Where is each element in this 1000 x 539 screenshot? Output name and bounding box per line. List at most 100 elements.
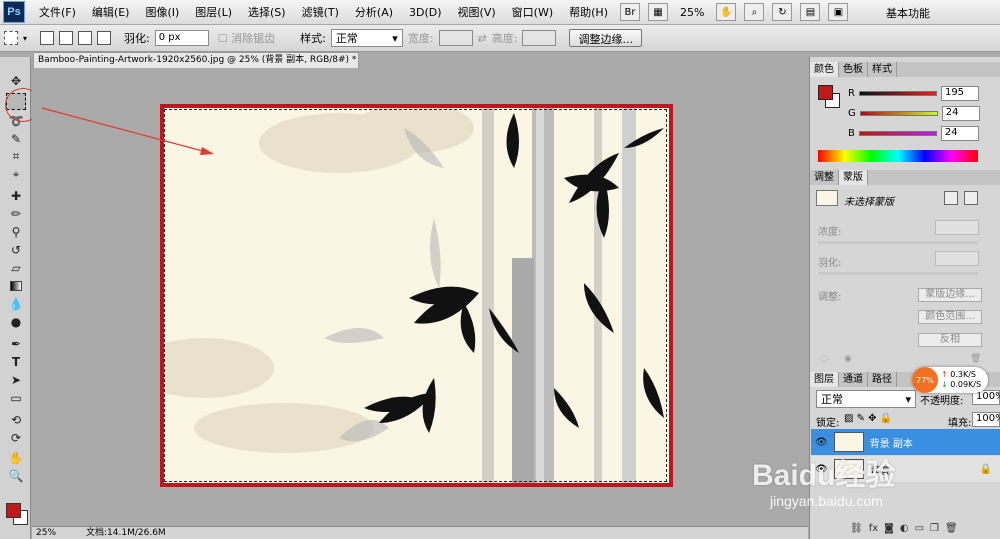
arrange-documents-icon[interactable]: ▤ (800, 3, 821, 21)
tab-color[interactable]: 颜色 (810, 62, 839, 77)
eraser-tool-icon[interactable]: ▱ (6, 259, 26, 276)
fill-input[interactable]: 100% (972, 412, 1000, 427)
color-range-button[interactable]: 颜色范围... (918, 310, 982, 324)
3d-rotate-tool-icon[interactable]: ⟲ (6, 411, 26, 428)
rectangle-tool-icon[interactable]: ▭ (6, 389, 26, 406)
bridge-button[interactable]: Br (619, 3, 640, 21)
fill-label: 填充: (948, 418, 972, 429)
type-tool-icon[interactable]: T (6, 353, 26, 370)
mask-feather-label: 羽化: (818, 258, 842, 269)
green-channel-label: G (848, 108, 856, 119)
pen-tool-icon[interactable]: ✒ (6, 335, 26, 352)
blue-channel-label: B (848, 128, 855, 139)
red-channel-input[interactable]: 195 (940, 86, 979, 101)
mask-thumbnail (816, 190, 838, 206)
tab-masks[interactable]: 蒙版 (839, 170, 868, 185)
upload-speed: ↑ 0.3K/S (941, 370, 981, 380)
healing-brush-tool-icon[interactable]: ✚ (6, 187, 26, 204)
visibility-eye-icon[interactable]: 👁 (815, 437, 828, 448)
foreground-color-swatch[interactable] (6, 503, 21, 518)
new-group-icon[interactable]: ▭ (915, 523, 924, 537)
view-mask-icon[interactable]: ◉ (844, 354, 852, 364)
blue-channel-input[interactable]: 24 (940, 126, 979, 141)
tab-channels[interactable]: 通道 (839, 372, 868, 387)
blend-mode-select[interactable]: 正常 ▾ (816, 390, 916, 408)
mask-edge-button[interactable]: 蒙版边缘... (918, 288, 982, 302)
menu-filter[interactable]: 滤镜(T) (294, 4, 347, 20)
menu-analysis[interactable]: 分析(A) (347, 4, 401, 20)
color-panel-foreground-swatch[interactable] (818, 85, 833, 100)
workspace-switcher[interactable]: 基本功能 (886, 5, 930, 21)
status-doc-info[interactable]: 文档:14.1M/26.6M (86, 527, 166, 539)
tab-swatches[interactable]: 色板 (839, 62, 868, 77)
3d-orbit-tool-icon[interactable]: ⟳ (6, 429, 26, 446)
red-channel-slider[interactable] (858, 91, 937, 96)
brush-tool-icon[interactable]: ✏ (6, 205, 26, 222)
menu-help[interactable]: 帮助(H) (561, 4, 616, 20)
lock-icons[interactable]: ▨ ✎ ✥ 🔒 (844, 413, 892, 424)
layer-name[interactable]: 背景 副本 (870, 435, 913, 450)
add-mask-icon[interactable]: ◙ (884, 523, 894, 537)
height-input[interactable] (522, 30, 557, 46)
status-zoom[interactable]: 25% (36, 527, 56, 539)
red-channel-label: R (848, 88, 855, 99)
menu-view[interactable]: 视图(V) (450, 4, 504, 20)
layer-style-icon[interactable]: fx (869, 523, 878, 537)
lock-icon: 🔒 (979, 463, 992, 475)
no-mask-label: 未选择蒙版 (844, 197, 894, 208)
tab-adjustments[interactable]: 调整 (810, 170, 839, 185)
rotate-view-icon[interactable]: ↻ (772, 3, 793, 21)
up-arrow-icon: ↑ (941, 370, 948, 379)
menu-select[interactable]: 选择(S) (240, 4, 294, 20)
menu-3d[interactable]: 3D(D) (401, 6, 450, 19)
blue-channel-slider[interactable] (858, 131, 937, 136)
link-layers-icon[interactable]: ⛓ (850, 523, 863, 537)
download-speed-value: 0.09K/S (950, 380, 982, 389)
hand-tool-icon[interactable]: ✋ (6, 449, 26, 466)
zoom-level-menu[interactable]: 25% (680, 6, 704, 19)
annotation-arrow (41, 107, 214, 155)
delete-mask-icon[interactable]: 🗑 (970, 354, 981, 364)
network-speed-widget[interactable]: 77% ↑ 0.3K/S ↓ 0.09K/S (912, 367, 988, 393)
mask-feather-slider[interactable] (818, 272, 978, 275)
hand-tool-icon[interactable]: ✋ (716, 3, 737, 21)
clone-stamp-tool-icon[interactable]: ⚲ (6, 223, 26, 240)
zoom-tool-icon[interactable]: ⌕ (744, 3, 765, 21)
swap-dimensions-icon[interactable]: ⇄ (478, 32, 487, 45)
style-label: 样式: (300, 32, 326, 45)
blue-channel-row: B 24 (848, 126, 979, 141)
gradient-tool-icon[interactable] (6, 277, 26, 294)
green-channel-row: G 24 (848, 106, 980, 121)
upload-speed-value: 0.3K/S (950, 370, 976, 379)
new-layer-icon[interactable]: ❐ (930, 523, 939, 537)
mask-feather-input[interactable] (935, 251, 979, 266)
color-spectrum-bar[interactable] (818, 150, 978, 162)
add-pixel-mask-icon[interactable] (944, 191, 958, 205)
view-extras-icon[interactable]: ▦ (647, 3, 668, 21)
opacity-label: 不透明度: (920, 396, 964, 407)
adjustment-layer-icon[interactable]: ◐ (900, 523, 909, 537)
screen-mode-icon[interactable]: ▣ (828, 3, 849, 21)
green-channel-slider[interactable] (859, 111, 938, 116)
selection-from-mask-icon[interactable]: ◌ (820, 354, 828, 364)
layer-thumbnail (833, 432, 864, 452)
tab-styles[interactable]: 样式 (868, 62, 897, 77)
delete-layer-icon[interactable]: 🗑 (945, 523, 958, 537)
density-input[interactable] (935, 220, 979, 235)
path-selection-tool-icon[interactable]: ➤ (6, 371, 26, 388)
menu-window[interactable]: 窗口(W) (504, 4, 561, 20)
history-brush-tool-icon[interactable]: ↺ (6, 241, 26, 258)
refine-edge-button[interactable]: 调整边缘... (569, 29, 642, 47)
status-bar: 25% 文档:14.1M/26.6M (32, 526, 808, 539)
width-input[interactable] (438, 30, 473, 46)
style-select[interactable]: 正常 ▾ (330, 29, 403, 47)
tab-layers[interactable]: 图层 (810, 372, 839, 387)
density-slider[interactable] (818, 241, 978, 244)
blur-tool-icon[interactable]: 💧 (6, 295, 26, 312)
green-channel-input[interactable]: 24 (941, 106, 980, 121)
zoom-tool-icon[interactable]: 🔍 (6, 467, 26, 484)
tab-paths[interactable]: 路径 (868, 372, 897, 387)
add-vector-mask-icon[interactable] (964, 191, 978, 205)
invert-button[interactable]: 反相 (918, 333, 982, 347)
dodge-tool-icon[interactable]: ● (6, 313, 26, 330)
